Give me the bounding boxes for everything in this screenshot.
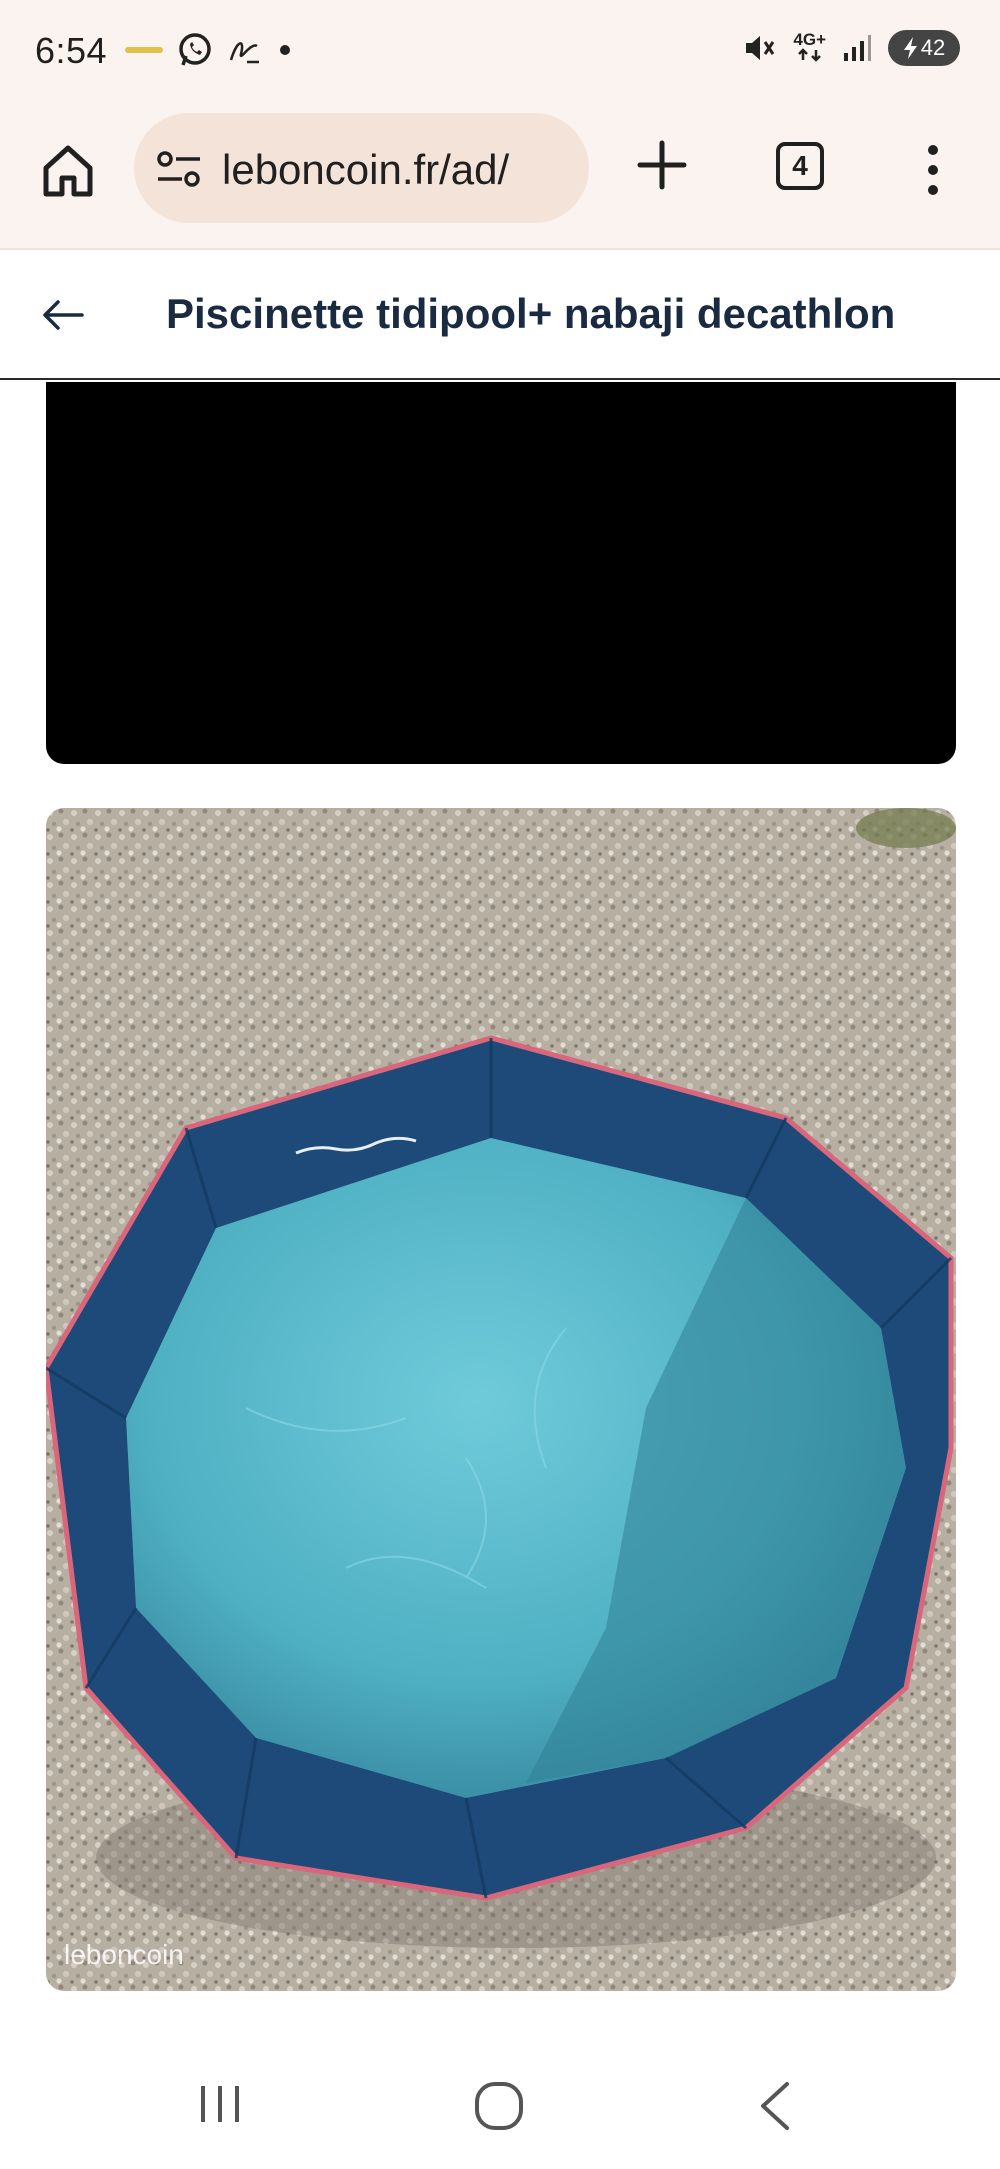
notification-dots-icon xyxy=(125,47,163,53)
tabs-icon[interactable]: 4 xyxy=(776,142,824,190)
whatsapp-icon xyxy=(179,33,211,66)
page-title: Piscinette tidipool+ nabaji decathlon xyxy=(166,290,896,337)
home-circle-icon[interactable] xyxy=(473,2080,525,2132)
system-nav-bar xyxy=(0,2040,1000,2169)
url-bar[interactable]: leboncoin.fr/ad/ xyxy=(134,113,589,223)
more-menu-icon[interactable] xyxy=(918,140,948,200)
status-right-icons: 4G+ 42 xyxy=(743,30,960,66)
battery-level: 42 xyxy=(920,35,946,60)
url-text[interactable]: leboncoin.fr/ad/ xyxy=(222,146,509,194)
dot-icon xyxy=(280,45,290,55)
status-time: 6:54 xyxy=(35,30,108,71)
network-4g-icon: 4G+ xyxy=(793,29,826,65)
photo-watermark: leboncoin xyxy=(64,1939,184,1970)
browser-toolbar: leboncoin.fr/ad/ 4 xyxy=(0,100,1000,248)
media-placeholder[interactable] xyxy=(46,382,956,764)
new-tab-plus-icon[interactable] xyxy=(632,135,692,195)
back-chevron-icon[interactable] xyxy=(755,2078,795,2134)
arrow-left-icon[interactable] xyxy=(38,290,88,340)
signal-icon xyxy=(844,35,871,61)
ad-header: Piscinette tidipool+ nabaji decathlon xyxy=(0,248,1000,380)
battery-icon: 42 xyxy=(888,30,960,66)
status-bar: 6:54 4G+ 42 xyxy=(0,0,1000,100)
tab-count: 4 xyxy=(792,150,808,181)
mute-vibrate-icon xyxy=(746,36,775,60)
status-left-icons xyxy=(125,32,293,68)
pool-illustration xyxy=(46,808,956,1991)
signature-app-icon xyxy=(229,42,259,64)
network-type: 4G+ xyxy=(793,29,826,49)
blue-folding-kiddie-pool-photo[interactable]: leboncoin xyxy=(46,808,956,1991)
site-settings-icon[interactable] xyxy=(156,149,202,189)
home-icon[interactable] xyxy=(38,140,98,200)
recent-apps-icon[interactable] xyxy=(195,2082,245,2126)
